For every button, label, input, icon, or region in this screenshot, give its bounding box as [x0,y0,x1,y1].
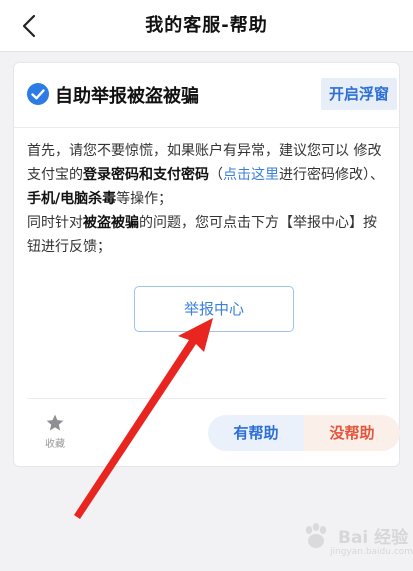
not-helpful-button[interactable]: 没帮助 [304,415,400,451]
body-text: （ [209,167,223,183]
report-center-button[interactable]: 举报中心 [134,286,294,332]
star-icon [39,413,71,433]
watermark-text: Bai 经验 [338,528,409,548]
instruction-paragraph-1: 首先，请您不要惊慌，如果账户有异常，建议您可以 修改支付宝的登录密码和支付密码（… [27,139,390,211]
helpful-button[interactable]: 有帮助 [208,415,304,451]
watermark: Bai 经验 jingyan.baidu.com [300,519,413,563]
watermark-sub: jingyan.baidu.com [330,547,413,557]
check-circle-icon [27,83,49,105]
nav-bar: 我的客服-帮助 [0,0,413,52]
favorite-button[interactable]: 收藏 [39,413,71,453]
click-here-link[interactable]: 点击这里 [223,167,279,183]
help-card: 自助举报被盗被骗 开启浮窗 首先，请您不要惊慌，如果账户有异常，建议您可以 修改… [13,62,400,467]
body-text-bold: 被盗被骗 [83,215,139,231]
body-text: 进行密码修改）、 [279,167,384,183]
body-text-bold: 手机/电脑杀毒 [27,191,117,207]
card-title: 自助举报被盗被骗 [55,86,199,107]
body-text: 等操作； [116,191,173,207]
paw-logo-icon [300,521,332,557]
card-header: 自助举报被盗被骗 开启浮窗 [14,63,399,128]
divider [27,398,386,399]
body-text-bold: 登录密码和支付密码 [83,167,209,183]
instruction-paragraph-2: 同时针对被盗被骗的问题，您可点击下方【举报中心】按钮进行反馈； [27,211,390,259]
card-body: 首先，请您不要惊慌，如果账户有异常，建议您可以 修改支付宝的登录密码和支付密码（… [27,139,390,259]
body-text: 同时针对 [27,215,83,231]
favorite-label: 收藏 [45,439,65,450]
open-float-window-button[interactable]: 开启浮窗 [321,78,397,110]
page-title: 我的客服-帮助 [145,15,268,36]
